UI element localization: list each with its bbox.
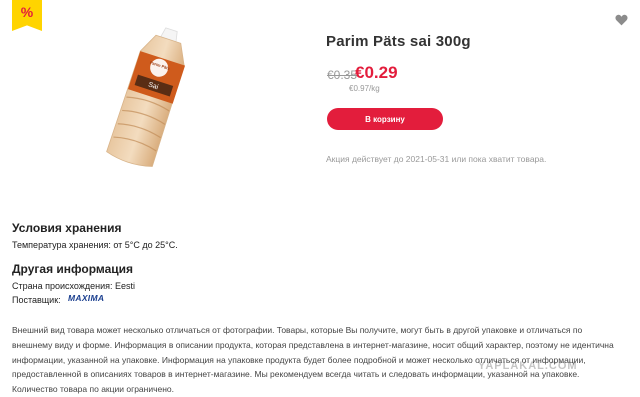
disclaimer-text: Внешний вид товара может несколько отлич… xyxy=(12,325,614,395)
product-image: Parim Päts Sai xyxy=(106,27,186,167)
other-info-heading: Другая информация xyxy=(12,262,134,276)
country-of-origin: Страна происхождения: Eesti xyxy=(12,281,135,291)
storage-temperature: Температура хранения: от 5°C до 25°C. xyxy=(12,240,178,250)
promo-note: Акция действует до 2021-05-31 или пока х… xyxy=(326,154,547,164)
unit-price: €0.97/kg xyxy=(349,84,380,93)
add-to-cart-button[interactable]: В корзину xyxy=(327,108,443,130)
discount-badge: % xyxy=(12,0,42,31)
supplier-label: Поставщик: xyxy=(12,295,61,305)
sale-price: €0.29 xyxy=(355,63,398,82)
storage-heading: Условия хранения xyxy=(12,221,122,235)
old-price: €0.35 xyxy=(327,68,358,82)
product-title: Parim Päts sai 300g xyxy=(326,33,471,50)
percent-icon: % xyxy=(20,4,34,20)
heart-icon[interactable] xyxy=(615,14,628,26)
maxima-logo: MAXIMA xyxy=(68,293,105,303)
